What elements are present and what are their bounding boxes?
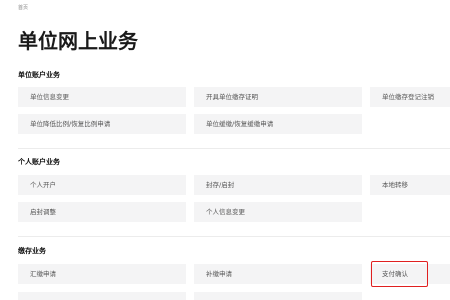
section-title-deposit: 缴存业务 xyxy=(18,247,46,255)
tile-unit-deferral[interactable]: 单位缓缴/恢复缓缴申请 xyxy=(194,114,362,134)
tile-seal-unseal[interactable]: 封存/启封 xyxy=(194,175,362,195)
tile-unseal-adjust[interactable]: 启封调整 xyxy=(18,202,186,222)
tile-unit-deposit-certificate[interactable]: 开具单位缴存证明 xyxy=(194,87,362,107)
page-title: 单位网上业务 xyxy=(18,29,138,53)
section-divider xyxy=(18,148,450,149)
tile-payment-confirmation[interactable]: 支付确认 xyxy=(370,264,450,284)
tile-personal-open-account[interactable]: 个人开户 xyxy=(18,175,186,195)
tile-remittance-application[interactable]: 汇缴申请 xyxy=(18,264,186,284)
section-title-personal-account: 个人账户业务 xyxy=(18,158,60,166)
section-title-unit-account: 单位账户业务 xyxy=(18,71,60,79)
tile-personal-info-change[interactable]: 个人信息变更 xyxy=(194,202,362,222)
section-divider xyxy=(18,236,450,237)
breadcrumb[interactable]: 首页 xyxy=(18,4,28,12)
tile-unit-rate-adjust[interactable]: 单位降低比例/恢复比例申请 xyxy=(18,114,186,134)
tile-local-transfer[interactable]: 本地转移 xyxy=(370,175,450,195)
section-deposit: 缴存业务 汇缴申请 补缴申请 支付确认 xyxy=(18,246,450,300)
tile-unit-deposit-deregistration[interactable]: 单位缴存登记注销 xyxy=(370,87,450,107)
tile-unit-info-change[interactable]: 单位信息变更 xyxy=(18,87,186,107)
section-personal-account: 个人账户业务 个人开户 封存/启封 本地转移 启封调整 个人信息变更 xyxy=(18,157,450,227)
page: 首页 单位网上业务 单位账户业务 单位信息变更 开具单位缴存证明 单位缴存登记注… xyxy=(0,0,450,300)
tile-supplementary-payment[interactable]: 补缴申请 xyxy=(194,264,362,284)
tile-partial-row xyxy=(18,292,186,300)
tile-partial-row xyxy=(194,292,362,300)
section-unit-account: 单位账户业务 单位信息变更 开具单位缴存证明 单位缴存登记注销 单位降低比例/恢… xyxy=(18,70,450,140)
